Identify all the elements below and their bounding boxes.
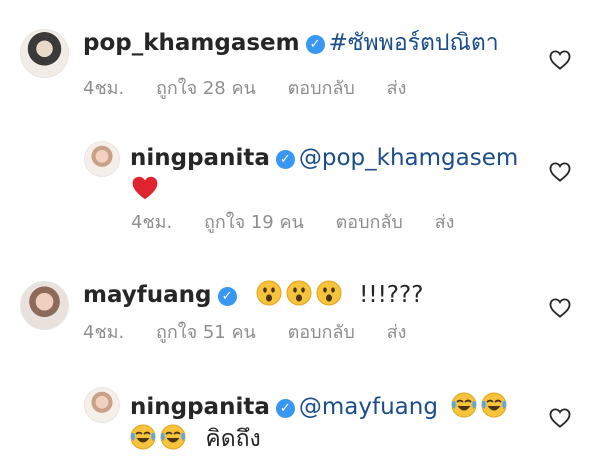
username[interactable]: ningpanita (130, 145, 270, 171)
likes-count[interactable]: ถูกใจ 51 คน (156, 322, 256, 343)
hashtag[interactable]: #ซัพพอร์ตปณิตา (329, 30, 499, 56)
avatar-mayfuang[interactable] (20, 281, 69, 330)
timestamp: 4ชม. (83, 322, 125, 343)
heart-outline-icon[interactable] (549, 298, 571, 318)
timestamp: 4ชม. (83, 78, 125, 99)
mention[interactable]: @pop_khamgasem (299, 145, 518, 171)
mention[interactable]: @mayfuang (299, 394, 438, 420)
comment-line: ningpanita ✓ @mayfuang (130, 392, 511, 422)
username[interactable]: mayfuang (83, 282, 212, 308)
comment-meta: 4ชม. ถูกใจ 28 คน ตอบกลับ ส่ง (83, 77, 432, 101)
avatar-ningpanita[interactable] (84, 141, 120, 177)
tears-of-joy-emoji (130, 424, 156, 450)
verified-badge-icon: ✓ (305, 35, 325, 54)
heart-outline-icon[interactable] (549, 50, 571, 70)
comment-meta: 4ชม. ถูกใจ 19 คน ตอบกลับ ส่ง (131, 211, 480, 235)
surprised-face-emoji (316, 280, 342, 306)
reply-button[interactable]: ตอบกลับ (288, 78, 355, 99)
surprised-face-emoji (256, 280, 282, 306)
comment-line: ningpanita ✓ @pop_khamgasem (130, 143, 518, 173)
verified-badge-icon: ✓ (275, 399, 295, 418)
username[interactable]: ningpanita (130, 394, 270, 420)
comment-line: pop_khamgasem ✓ #ซัพพอร์ตปณิตา (83, 28, 499, 58)
send-button[interactable]: ส่ง (387, 322, 407, 343)
username[interactable]: pop_khamgasem (83, 30, 300, 56)
avatar-pop-khamgasem[interactable] (20, 29, 69, 78)
tears-of-joy-emoji (451, 392, 477, 418)
reply-button[interactable]: ตอบกลับ (336, 212, 403, 233)
avatar-ningpanita[interactable] (84, 387, 120, 423)
send-button[interactable]: ส่ง (387, 78, 407, 99)
heart-outline-icon[interactable] (549, 408, 571, 428)
comment-meta: 4ชม. ถูกใจ 51 คน ตอบกลับ ส่ง (83, 321, 432, 345)
heart-outline-icon[interactable] (549, 162, 571, 182)
tears-of-joy-emoji (160, 424, 186, 450)
comment-text: !!!??? (359, 282, 424, 308)
send-button[interactable]: ส่ง (435, 212, 455, 233)
red-heart-emoji (131, 175, 159, 201)
likes-count[interactable]: ถูกใจ 19 คน (204, 212, 304, 233)
comment-line-2: คิดถึง (130, 424, 261, 454)
tears-of-joy-emoji (481, 392, 507, 418)
timestamp: 4ชม. (131, 212, 173, 233)
comment-text: คิดถึง (205, 426, 261, 452)
likes-count[interactable]: ถูกใจ 28 คน (156, 78, 256, 99)
surprised-face-emoji (286, 280, 312, 306)
verified-badge-icon: ✓ (217, 287, 237, 306)
reply-button[interactable]: ตอบกลับ (288, 322, 355, 343)
comment-line: mayfuang ✓ !!!??? (83, 280, 423, 310)
verified-badge-icon: ✓ (275, 150, 295, 169)
